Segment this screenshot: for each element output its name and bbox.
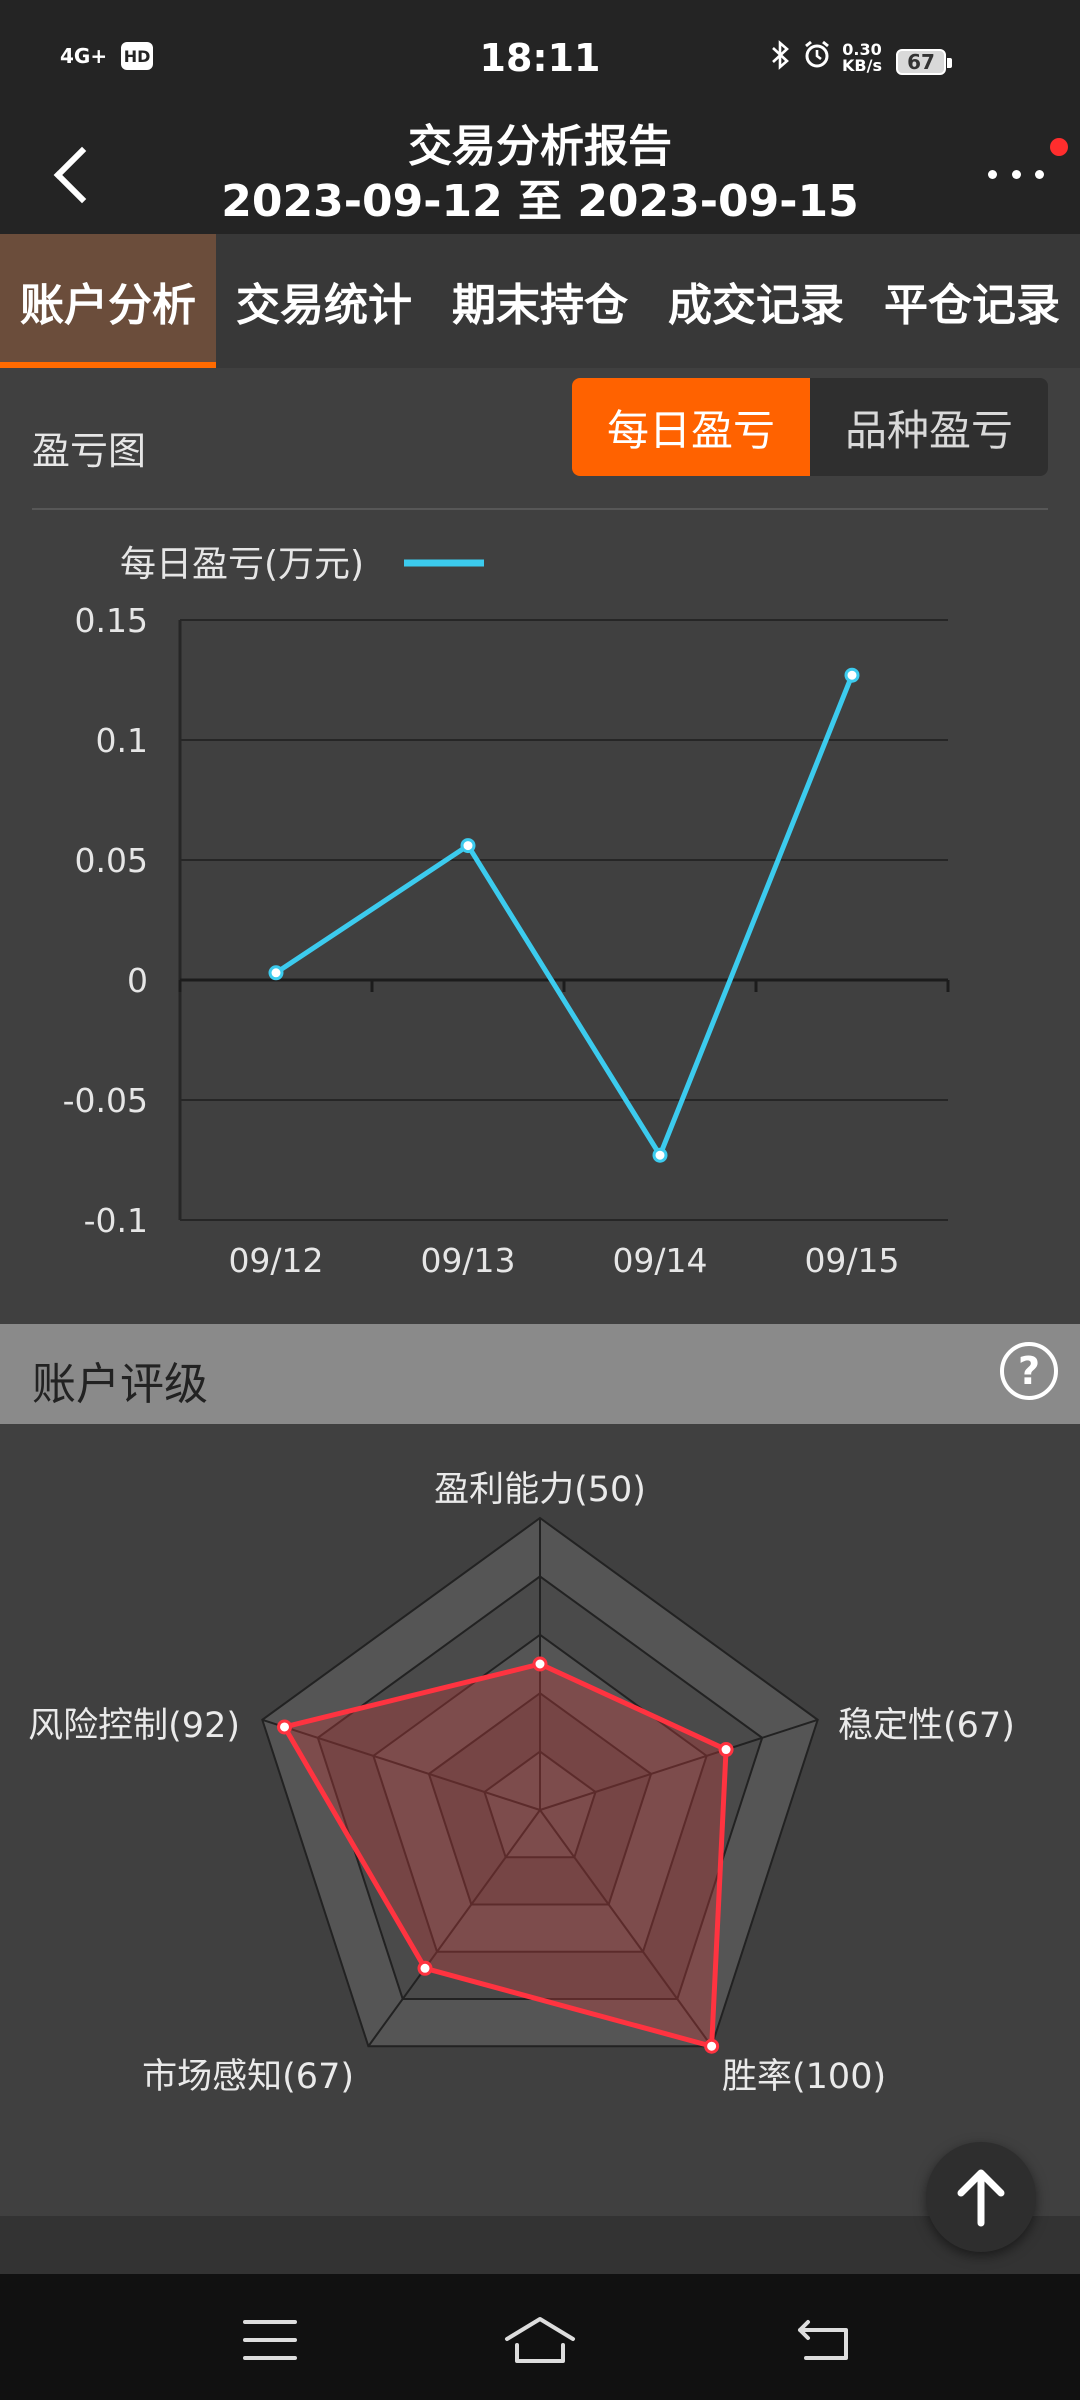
title-bar: 交易分析报告 2023-09-12 至 2023-09-15: [0, 120, 1080, 234]
product-pnl-button[interactable]: 品种盈亏: [810, 378, 1048, 476]
network-speed: 0.30 KB/s: [842, 42, 882, 74]
data-point: [844, 667, 860, 683]
bluetooth-icon: [770, 40, 792, 76]
radar-axis-label: 风险控制(92): [28, 1706, 240, 1746]
x-tick-label: 09/15: [804, 1241, 899, 1280]
rating-radar-chart: 盈利能力(50) 稳定性(67) 胜率(100) 市场感知(67) 风险控制(92): [28, 1470, 1015, 2097]
scroll-to-top-button[interactable]: [926, 2142, 1036, 2252]
radar-axis-label: 稳定性(67): [838, 1706, 1015, 1746]
battery-indicator: 67: [896, 49, 952, 75]
help-glyph: ?: [1017, 1349, 1041, 1393]
more-dot-icon: [1035, 169, 1044, 179]
radar-axis-label: 胜率(100): [722, 2057, 886, 2097]
radar-point: [718, 1742, 734, 1758]
y-tick-label: 0.05: [75, 841, 148, 880]
y-tick-label: 0: [127, 961, 148, 1000]
legend-label: 每日盈亏(万元): [120, 544, 364, 585]
rating-radar-area: 盈利能力(50) 稳定性(67) 胜率(100) 市场感知(67) 风险控制(92): [0, 1424, 1080, 2216]
menu-icon: [243, 2320, 297, 2360]
divider: [32, 508, 1048, 510]
more-dot-icon: [1011, 169, 1021, 179]
series-line: [274, 674, 855, 1158]
x-tick-label: 09/13: [420, 1241, 515, 1280]
radar-point: [532, 1656, 548, 1672]
tab-account-analysis[interactable]: 账户分析: [0, 234, 216, 368]
data-point: [268, 965, 284, 981]
y-tick-label: 0.1: [96, 721, 148, 760]
system-nav-bar: [0, 2274, 1080, 2400]
arrow-up-icon: [957, 2169, 1005, 2227]
y-tick-label: 0.15: [75, 601, 148, 640]
radar-axis-label: 盈利能力(50): [434, 1470, 646, 1510]
pnl-toggle: 每日盈亏 品种盈亏: [572, 378, 1048, 476]
notification-dot: [1050, 138, 1068, 156]
home-button[interactable]: [500, 2310, 580, 2370]
tab-bar: 账户分析 交易统计 期末持仓 成交记录 平仓记录: [0, 234, 1080, 368]
daily-pnl-chart: 每日盈亏(万元) 0.15 0.1 0.05 0 -0.05 -0.1 09/12 09/13 0…: [63, 544, 950, 1280]
x-tick-label: 09/12: [228, 1241, 323, 1280]
x-tick-label: 09/14: [612, 1241, 707, 1280]
radar-point: [277, 1719, 293, 1735]
y-tick-label: -0.05: [63, 1081, 148, 1120]
home-icon: [505, 2317, 575, 2363]
more-dot-icon: [988, 169, 997, 179]
data-point: [652, 1147, 668, 1163]
back-nav-button[interactable]: [784, 2310, 864, 2370]
daily-pnl-button[interactable]: 每日盈亏: [572, 378, 810, 476]
tab-trade-statistics[interactable]: 交易统计: [216, 234, 432, 368]
pnl-section-label: 盈亏图: [32, 429, 147, 473]
back-icon: [798, 2320, 848, 2360]
more-menu-button[interactable]: [988, 156, 1044, 192]
menu-button[interactable]: [230, 2310, 310, 2370]
tab-ending-positions[interactable]: 期末持仓: [432, 234, 648, 368]
status-bar: 4G+ HD 18:11 0.30 KB/s 67: [0, 0, 1080, 120]
help-icon[interactable]: ?: [1000, 1342, 1058, 1400]
y-tick-label: -0.1: [84, 1201, 148, 1240]
date-range: 2023-09-12 至 2023-09-15: [221, 176, 859, 227]
battery-level: 67: [907, 50, 935, 74]
alarm-icon: [802, 40, 832, 76]
radar-point: [417, 1960, 433, 1976]
rating-header: 账户评级 ?: [0, 1324, 1080, 1424]
pnl-panel: 盈亏图 每日盈亏 品种盈亏 每日盈亏(万元) 0.15 0.1 0.05 0 -0.05 -…: [0, 368, 1080, 1324]
rating-title: 账户评级: [32, 1359, 208, 1410]
radar-point: [704, 2038, 720, 2054]
speed-unit: KB/s: [842, 56, 882, 75]
tab-closing-records[interactable]: 平仓记录: [864, 234, 1080, 368]
page-title: 交易分析报告: [408, 121, 672, 172]
tab-transaction-records[interactable]: 成交记录: [648, 234, 864, 368]
radar-axis-label: 市场感知(67): [142, 2057, 354, 2097]
data-point: [460, 838, 476, 854]
next-section-divider: [0, 2216, 1080, 2274]
